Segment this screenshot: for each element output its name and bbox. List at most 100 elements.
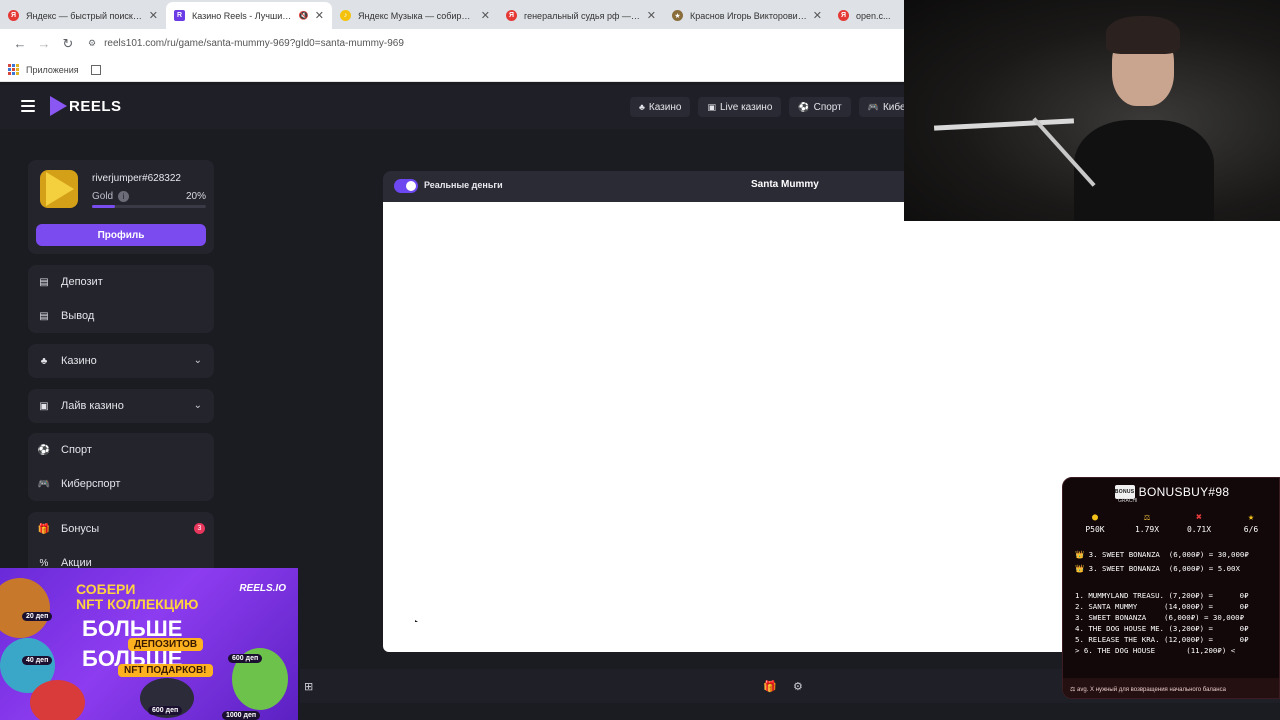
- level-progress-percent: 20%: [185, 190, 206, 202]
- browser-tab[interactable]: Я open.c...: [830, 2, 900, 29]
- bonus-logo-icon: BONUS: [1114, 485, 1135, 499]
- wallet-out-icon: ▤: [39, 310, 49, 322]
- cross-icon: ✖: [1195, 512, 1203, 523]
- real-money-toggle[interactable]: [394, 179, 418, 193]
- play-icon: [46, 172, 74, 206]
- topnav-live-casino[interactable]: ▣ Live казино: [698, 97, 782, 117]
- gift-icon[interactable]: 🎁: [763, 680, 777, 693]
- sidebar-item-live-casino[interactable]: ▣ Лайв казино ⌄: [28, 389, 214, 423]
- sidebar-item-sport[interactable]: ⚽ Спорт: [28, 433, 214, 467]
- yandex-favicon-icon: Я: [506, 10, 517, 21]
- sidebar-item-casino[interactable]: ♣ Казино ⌄: [28, 344, 214, 378]
- gamepad-icon: 🎮: [867, 101, 879, 112]
- chevron-down-icon: ⌄: [193, 355, 202, 366]
- bonus-list-item: 3. SWEET BONANZA (6,000₽) = 30,000₽: [1075, 613, 1245, 622]
- profile-button[interactable]: Профиль: [36, 224, 206, 246]
- sidebar-item-withdraw[interactable]: ▤ Вывод: [28, 299, 214, 333]
- sidebar-item-esport[interactable]: 🎮 Киберспорт: [28, 467, 214, 501]
- info-icon[interactable]: i: [118, 190, 130, 202]
- url-field[interactable]: ⚙ reels101.com/ru/game/santa-mummy-969?g…: [88, 38, 404, 49]
- bonuses-count-badge: 3: [194, 523, 205, 534]
- close-icon[interactable]: ✕: [813, 9, 822, 22]
- grid-icon[interactable]: ⊞: [304, 680, 313, 693]
- browser-tab[interactable]: Я Яндекс — быстрый поиск в и... ✕: [0, 2, 166, 29]
- gift-icon: 🎁: [37, 523, 51, 535]
- sidebar-item-deposit[interactable]: ▤ Депозит: [28, 265, 214, 299]
- music-favicon-icon: ♪: [340, 10, 351, 21]
- bonus-list-item-current: > 6. THE DOG HOUSE (11,200₽) <: [1075, 646, 1236, 655]
- apps-icon[interactable]: [8, 64, 19, 75]
- bookmarks-bar: Приложения: [0, 58, 904, 82]
- browser-tab[interactable]: Я генеральный судья рф — Янде... ✕: [498, 2, 664, 29]
- close-icon[interactable]: ✕: [647, 9, 656, 22]
- gamepad-icon: 🎮: [37, 478, 51, 490]
- sidebar-item-bonuses[interactable]: 🎁 Бонусы 3: [28, 512, 214, 546]
- profile-card: riverjumper#628322 Gold i 20% Профиль: [28, 160, 214, 254]
- site-info-icon[interactable]: ⚙: [88, 38, 96, 49]
- real-money-label: Реальные деньги: [424, 180, 503, 190]
- mute-icon[interactable]: 🔇: [299, 11, 309, 20]
- bonus-buy-overlay: BONUS BONUSBUY#98 GRACHI ● P50K ⚖ 1.79X …: [1062, 477, 1280, 699]
- promo-brand: REELS.IO: [239, 583, 286, 594]
- scales-icon: ⚖: [1143, 512, 1151, 523]
- tab-title: Яндекс Музыка — собираем ...: [358, 10, 475, 21]
- browser-tab[interactable]: ★ Краснов Игорь Викторович — ... ✕: [664, 2, 830, 29]
- nft-promo-banner[interactable]: REELS.IO СОБЕРИ NFT КОЛЛЕКЦИЮ БОЛЬШЕ БОЛ…: [0, 568, 298, 720]
- menu-icon[interactable]: [21, 100, 35, 112]
- menu-label: Казино: [61, 355, 97, 367]
- close-icon[interactable]: ✕: [315, 9, 324, 22]
- stat-value: P50K: [1085, 525, 1105, 534]
- bookmark-apps-label[interactable]: Приложения: [26, 65, 79, 75]
- topnav-label: Казино: [648, 101, 682, 113]
- stat-count: ★ 6/6: [1229, 512, 1273, 534]
- bonus-list-item: 5. RELEASE THE KRA. (12,000₽) = 0₽: [1075, 635, 1249, 644]
- stat-value: 1.79X: [1134, 525, 1160, 534]
- topnav-casino[interactable]: ♣ Казино: [630, 97, 691, 117]
- ball-icon: ⚽: [798, 101, 810, 112]
- avatar[interactable]: [40, 170, 78, 208]
- grid-icon[interactable]: [90, 64, 101, 75]
- yandex-favicon-icon: Я: [838, 10, 849, 21]
- bonus-stats: ● P50K ⚖ 1.79X ✖ 0.71X ★ 6/6: [1073, 512, 1273, 534]
- reload-icon[interactable]: ↻: [56, 32, 80, 56]
- live-icon: ▣: [707, 101, 716, 112]
- bonus-title-text: BONUSBUY#98: [1138, 485, 1230, 499]
- promo-line: СОБЕРИ: [76, 581, 136, 597]
- close-icon[interactable]: ✕: [149, 9, 158, 22]
- stat-current: ✖ 0.71X: [1177, 512, 1221, 534]
- back-icon[interactable]: ←: [8, 32, 32, 56]
- reels-logo-icon: [50, 96, 67, 116]
- bonus-title: BONUS BONUSBUY#98: [1063, 485, 1279, 499]
- close-icon[interactable]: ✕: [481, 9, 490, 22]
- forward-icon[interactable]: →: [32, 32, 56, 56]
- tab-title: Казино Reels - Лучшие он...: [192, 10, 295, 21]
- webcam-overlay: [904, 0, 1280, 221]
- promo-tag: ДЕПОЗИТОВ: [128, 638, 204, 651]
- url-text: reels101.com/ru/game/santa-mummy-969?gId…: [104, 38, 404, 49]
- browser-tab-active[interactable]: R Казино Reels - Лучшие он... 🔇 ✕: [166, 2, 332, 29]
- level-row: Gold i 20%: [92, 189, 206, 203]
- wallet-icon: ▤: [39, 276, 49, 288]
- coin-icon: ●: [1091, 512, 1099, 523]
- deposit-chip: 20 деп: [22, 612, 53, 621]
- deposit-chip: 40 деп: [22, 656, 53, 665]
- bonus-list-item: 4. THE DOG HOUSE ME. (3,200₽) = 0₽: [1075, 624, 1249, 633]
- yandex-favicon-icon: Я: [8, 10, 19, 21]
- browser-tabbar: Я Яндекс — быстрый поиск в и... ✕ R Кази…: [0, 0, 904, 29]
- gear-icon[interactable]: ⚙: [793, 680, 803, 693]
- site-logo[interactable]: REELS: [50, 96, 122, 116]
- menu-label: Лайв казино: [61, 400, 124, 412]
- live-casino-menu: ▣ Лайв казино ⌄: [28, 389, 214, 423]
- live-icon: ▣: [39, 400, 49, 412]
- topnav-sport[interactable]: ⚽ Спорт: [789, 97, 851, 117]
- deposit-chip: 600 деп: [148, 706, 183, 715]
- logo-text: REELS: [69, 97, 122, 115]
- menu-label: Киберспорт: [61, 478, 121, 490]
- menu-label: Депозит: [61, 276, 103, 288]
- stat-value: 0.71X: [1186, 525, 1212, 534]
- deposit-chip: 1000 деп: [222, 711, 261, 720]
- webcam-person: [1074, 120, 1214, 221]
- level-progress-fill: [92, 205, 115, 208]
- browser-tab[interactable]: ♪ Яндекс Музыка — собираем ... ✕: [332, 2, 498, 29]
- wallet-menu: ▤ Депозит ▤ Вывод: [28, 265, 214, 333]
